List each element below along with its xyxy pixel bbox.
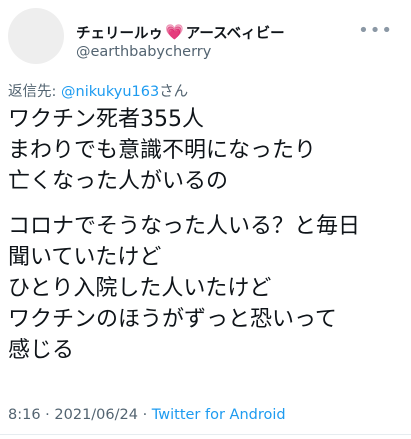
divider [0,434,411,435]
tweet-time[interactable]: 8:16 [8,407,41,423]
display-name-suffix[interactable]: アースベィビー [186,22,285,43]
tweet-line: 亡くなった人がいるの [8,169,229,194]
tweet-source-link[interactable]: Twitter for Android [152,407,286,423]
author-handle[interactable]: @earthbabycherry [76,44,211,60]
more-options-icon[interactable]: ••• [358,20,393,41]
tweet-card: チェリールゥ 💗 アースベィビー @earthbabycherry ••• 返信… [0,0,411,439]
tweet-line: ワクチン死者355人 [8,107,204,132]
tweet-line: 感じる [8,338,75,363]
display-name-prefix[interactable]: チェリールゥ [76,22,163,43]
reply-to-label: 返信先: [8,84,61,100]
reply-to-row: 返信先: @nikukyu163さん [8,80,188,101]
tweet-line: ワクチンのほうがずっと恐いって [8,307,337,332]
meta-separator: · [137,407,152,423]
heart-icon: 💗 [165,22,184,41]
author-name-row[interactable]: チェリールゥ 💗 アースベィビー [76,22,285,42]
tweet-date[interactable]: 2021/06/24 [54,407,138,423]
tweet-text: ワクチン死者355人 まわりでも意識不明になったり 亡くなった人がいるの コロナ… [8,104,408,366]
reply-to-handle-link[interactable]: @nikukyu163 [61,84,159,100]
reply-to-suffix: さん [159,84,189,100]
tweet-line: コロナでそうなった人いる？と毎日 [8,214,361,239]
tweet-line: 聞いていたけど [8,245,162,270]
avatar[interactable] [8,8,64,64]
tweet-meta: 8:16 · 2021/06/24 · Twitter for Android [8,407,286,423]
meta-separator: · [40,407,55,423]
tweet-line: まわりでも意識不明になったり [8,138,317,163]
tweet-line: ひとり入院した人いたけど [8,276,272,301]
